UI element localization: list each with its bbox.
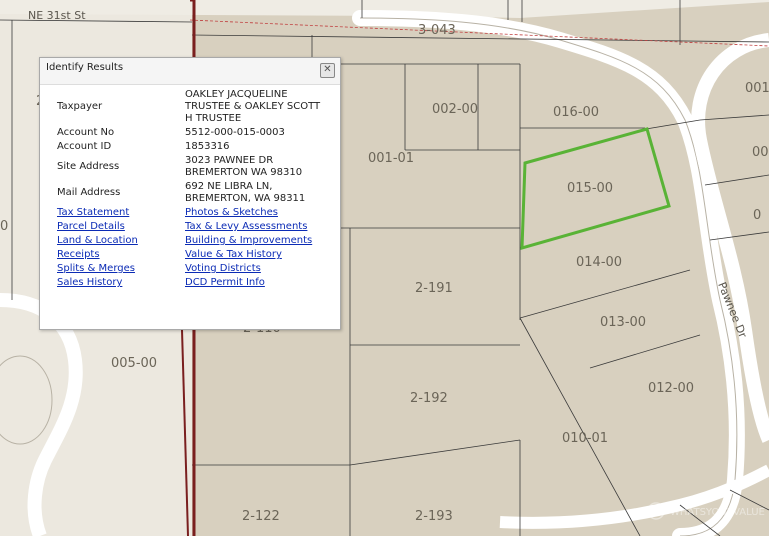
taxpayer-line-2: TRUSTEE & OAKLEY SCOTT xyxy=(185,101,321,112)
site-address-line-2: BREMERTON WA 98310 xyxy=(185,167,303,178)
tax-levy-link[interactable]: Tax & Levy Assessments xyxy=(185,221,307,232)
close-icon[interactable]: ✕ xyxy=(320,63,335,78)
photos-sketches-link[interactable]: Photos & Sketches xyxy=(185,207,278,218)
account-no-label: Account No xyxy=(57,127,115,138)
parcel-label-2-193: 2-193 xyxy=(415,509,453,524)
mail-address-line-2: BREMERTON, WA 98311 xyxy=(185,193,306,204)
site-address-label: Site Address xyxy=(57,161,120,172)
account-no-value: 5512-000-015-0003 xyxy=(185,127,285,138)
parcel-label-2-192: 2-192 xyxy=(410,391,448,406)
parcel-label-00-right: 00 xyxy=(752,145,769,160)
account-id-value: 1853316 xyxy=(185,141,230,152)
taxpayer-line-1: OAKLEY JACQUELINE xyxy=(185,89,288,100)
parcel-label-012-00: 012-00 xyxy=(648,381,694,396)
parcel-label-002-00: 002-00 xyxy=(432,102,478,117)
receipts-link[interactable]: Receipts xyxy=(57,249,100,260)
parcel-label-001-right: 001 xyxy=(745,81,769,96)
dcd-permit-link[interactable]: DCD Permit Info xyxy=(185,277,265,288)
watermark-text: WHATSYOURVALUE xyxy=(670,507,765,518)
taxpayer-label: Taxpayer xyxy=(57,101,103,112)
mail-address-label: Mail Address xyxy=(57,187,121,198)
popup-title: Identify Results xyxy=(46,62,124,73)
splits-merges-link[interactable]: Splits & Merges xyxy=(57,263,135,274)
parcel-label-3-043: 3-043 xyxy=(418,23,456,38)
parcel-label-015-00: 015-00 xyxy=(567,181,613,196)
parcel-label-0-left: 0 xyxy=(0,219,8,234)
parcel-label-005-00: 005-00 xyxy=(111,356,157,371)
parcel-label-010-01: 010-01 xyxy=(562,431,608,446)
parcel-label-013-00: 013-00 xyxy=(600,315,646,330)
voting-districts-link[interactable]: Voting Districts xyxy=(185,263,261,274)
land-location-link[interactable]: Land & Location xyxy=(57,235,138,246)
mail-address-line-1: 692 NE LIBRA LN, xyxy=(185,181,273,192)
tax-statement-link[interactable]: Tax Statement xyxy=(57,207,129,218)
value-tax-history-link[interactable]: Value & Tax History xyxy=(185,249,282,260)
site-address-line-1: 3023 PAWNEE DR xyxy=(185,155,274,166)
parcel-details-link[interactable]: Parcel Details xyxy=(57,221,125,232)
identify-results-popup: Identify Results ✕ Taxpayer OAKLEY JACQU… xyxy=(39,57,341,330)
popup-header: Identify Results ✕ xyxy=(40,58,340,85)
sales-history-link[interactable]: Sales History xyxy=(57,277,122,288)
parcel-label-014-00: 014-00 xyxy=(576,255,622,270)
building-improvements-link[interactable]: Building & Improvements xyxy=(185,235,312,246)
parcel-label-0-right: 0 xyxy=(753,208,761,223)
account-id-label: Account ID xyxy=(57,141,112,152)
parcel-label-016-00: 016-00 xyxy=(553,105,599,120)
taxpayer-line-3: H TRUSTEE xyxy=(185,113,242,124)
parcel-label-2-191: 2-191 xyxy=(415,281,453,296)
parcel-label-2-122: 2-122 xyxy=(242,509,280,524)
street-label-ne-31st: NE 31st St xyxy=(28,9,86,22)
parcel-label-001-01: 001-01 xyxy=(368,151,414,166)
